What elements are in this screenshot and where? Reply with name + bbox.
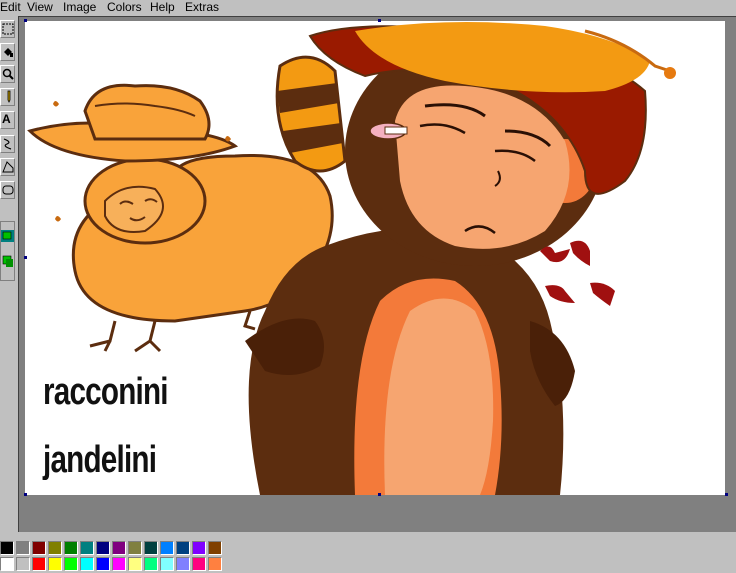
palette-swatch[interactable] bbox=[192, 541, 206, 555]
palette-swatch[interactable] bbox=[16, 557, 30, 571]
pencil-tool[interactable] bbox=[0, 88, 15, 106]
curve-tool-icon bbox=[3, 138, 12, 150]
curve-tool[interactable] bbox=[0, 135, 15, 153]
palette-swatch[interactable] bbox=[96, 541, 110, 555]
big-monkey-body bbox=[245, 228, 575, 495]
select-tool[interactable] bbox=[0, 20, 15, 38]
artwork bbox=[27, 22, 676, 495]
fill-style-icons bbox=[1, 230, 14, 267]
palette-swatch[interactable] bbox=[144, 541, 158, 555]
menu-view[interactable]: View bbox=[27, 0, 53, 16]
palette-swatch[interactable] bbox=[48, 541, 62, 555]
magnifier-icon bbox=[2, 68, 14, 80]
text-tool-icon: A bbox=[2, 112, 11, 126]
menu-bar: Edit View Image Colors Help Extras bbox=[0, 0, 736, 16]
palette-swatch[interactable] bbox=[112, 557, 126, 571]
palette-swatch[interactable] bbox=[144, 557, 158, 571]
anger-mark bbox=[540, 240, 615, 306]
palette-swatch[interactable] bbox=[176, 541, 190, 555]
resize-handle[interactable] bbox=[24, 493, 27, 496]
palette-swatch[interactable] bbox=[128, 557, 142, 571]
palette-swatch[interactable] bbox=[96, 557, 110, 571]
pencil-icon bbox=[7, 90, 11, 103]
caption-line1: racconini bbox=[43, 371, 169, 413]
palette-swatch[interactable] bbox=[80, 541, 94, 555]
fill-bucket-tool[interactable] bbox=[0, 43, 15, 61]
palette-swatch[interactable] bbox=[208, 541, 222, 555]
work-area: racconini jandelini bbox=[18, 16, 736, 532]
fill-bucket-icon bbox=[4, 48, 13, 57]
palette-swatch[interactable] bbox=[0, 557, 14, 571]
resize-handle[interactable] bbox=[725, 493, 728, 496]
resize-handle[interactable] bbox=[378, 19, 381, 22]
select-tool-icon bbox=[2, 23, 14, 35]
palette-swatch[interactable] bbox=[32, 541, 46, 555]
polygon-tool-icon bbox=[2, 161, 14, 173]
palette-swatch[interactable] bbox=[0, 541, 14, 555]
caption-line2: jandelini bbox=[43, 439, 157, 481]
text-tool[interactable]: A bbox=[0, 111, 15, 129]
palette-swatch[interactable] bbox=[48, 557, 62, 571]
menu-help[interactable]: Help bbox=[150, 0, 175, 16]
raccoon-tail bbox=[275, 55, 347, 173]
palette-swatch[interactable] bbox=[160, 557, 174, 571]
palette-swatch[interactable] bbox=[160, 541, 174, 555]
resize-handle[interactable] bbox=[24, 256, 27, 259]
menu-edit[interactable]: Edit bbox=[0, 0, 21, 16]
menu-colors[interactable]: Colors bbox=[107, 0, 142, 16]
palette-swatch[interactable] bbox=[112, 541, 126, 555]
palette-swatch[interactable] bbox=[64, 541, 78, 555]
menu-image[interactable]: Image bbox=[63, 0, 96, 16]
magnifier-tool[interactable] bbox=[0, 65, 15, 83]
fill-style-box bbox=[0, 221, 15, 281]
color-palette bbox=[0, 533, 736, 573]
resize-handle[interactable] bbox=[378, 493, 381, 496]
palette-swatch[interactable] bbox=[192, 557, 206, 571]
drawing-canvas[interactable]: racconini jandelini bbox=[25, 21, 725, 495]
palette-swatch[interactable] bbox=[64, 557, 78, 571]
palette-swatch[interactable] bbox=[16, 541, 30, 555]
rounded-rect-tool[interactable] bbox=[0, 181, 15, 199]
resize-handle[interactable] bbox=[24, 19, 27, 22]
tool-box: A bbox=[0, 16, 18, 316]
palette-swatch[interactable] bbox=[80, 557, 94, 571]
palette-swatch[interactable] bbox=[208, 557, 222, 571]
palette-swatch[interactable] bbox=[32, 557, 46, 571]
rounded-rect-tool-icon bbox=[2, 185, 14, 195]
palette-swatch[interactable] bbox=[128, 541, 142, 555]
palette-swatch[interactable] bbox=[176, 557, 190, 571]
menu-extras[interactable]: Extras bbox=[185, 0, 219, 16]
polygon-tool[interactable] bbox=[0, 158, 15, 176]
